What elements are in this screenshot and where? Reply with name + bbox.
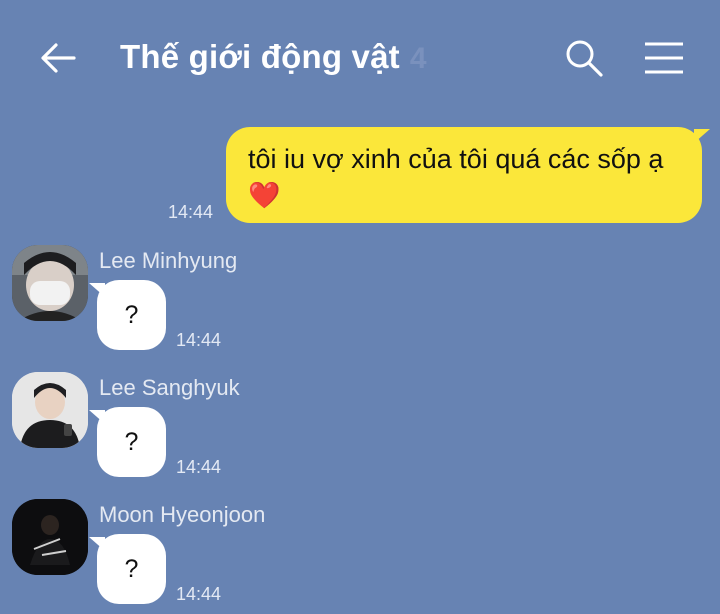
chat-title-group[interactable]: Thế giới động vật 4 (120, 38, 427, 76)
message-text: tôi iu vợ xinh của tôi quá các sốp ạ (248, 144, 664, 174)
avatar-image (12, 372, 88, 448)
back-arrow-icon (41, 43, 76, 73)
avatar[interactable] (12, 372, 88, 448)
outgoing-bubble: tôi iu vợ xinh của tôi quá các sốp ạ ❤️ (226, 127, 702, 223)
chat-header: Thế giới động vật 4 (0, 0, 720, 118)
incoming-bubble[interactable]: ? (89, 407, 166, 477)
bubble-tail (89, 283, 105, 297)
sender-name: Lee Sanghyuk (99, 375, 240, 400)
search-button[interactable] (564, 38, 604, 78)
message-time: 14:44 (168, 202, 214, 222)
incoming-bubble[interactable]: ? (89, 280, 166, 350)
outgoing-message[interactable]: tôi iu vợ xinh của tôi quá các sốp ạ ❤️ (226, 127, 710, 223)
bubble-tail (89, 537, 105, 551)
chat-title: Thế giới động vật (120, 38, 400, 75)
message-text: ? (124, 301, 139, 329)
message-text: ? (124, 555, 139, 583)
message-time: 14:44 (176, 584, 222, 604)
bubble-tail (89, 410, 105, 424)
incoming-bubble[interactable]: ? (89, 534, 166, 604)
avatar-image (12, 245, 88, 321)
message-time: 14:44 (176, 457, 222, 477)
heart-emoji: ❤️ (248, 180, 281, 210)
menu-button[interactable] (642, 40, 686, 76)
message-text: ? (124, 428, 139, 456)
member-count: 4 (409, 42, 427, 75)
avatar[interactable] (12, 499, 88, 575)
sender-name: Lee Minhyung (99, 248, 238, 273)
bubble-tail (694, 129, 710, 143)
sender-name: Moon Hyeonjoon (99, 502, 266, 527)
message-time: 14:44 (176, 330, 222, 350)
avatar-image (12, 499, 88, 575)
back-button[interactable] (36, 36, 80, 80)
search-icon (566, 40, 603, 77)
menu-icon (645, 42, 683, 74)
avatar[interactable] (12, 245, 88, 321)
